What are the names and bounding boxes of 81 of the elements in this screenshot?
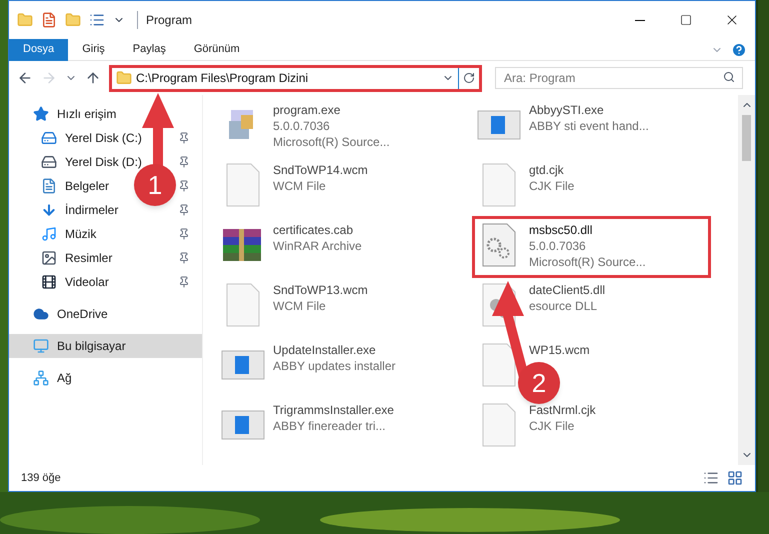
pin-icon[interactable] bbox=[178, 252, 190, 264]
help-icon[interactable] bbox=[731, 42, 747, 58]
window-title: Program bbox=[137, 11, 192, 29]
file-detail: Microsoft(R) Source... bbox=[273, 134, 390, 150]
pin-icon[interactable] bbox=[178, 204, 190, 216]
file-name[interactable]: FastNrml.cjk bbox=[529, 402, 596, 418]
scroll-thumb[interactable] bbox=[742, 115, 751, 161]
file-detail: esource DLL bbox=[529, 298, 598, 314]
file-name[interactable]: UpdateInstaller.exe bbox=[273, 342, 396, 358]
tiles-view-icon[interactable] bbox=[727, 470, 743, 486]
ribbon-tab[interactable]: Giriş bbox=[68, 38, 119, 60]
network-icon bbox=[33, 370, 49, 386]
ribbon-tab[interactable]: Paylaş bbox=[118, 38, 180, 60]
pin-icon[interactable] bbox=[178, 156, 190, 168]
file-name[interactable]: AbbyySTI.exe bbox=[529, 102, 649, 118]
star-icon bbox=[33, 106, 49, 122]
document-icon bbox=[41, 178, 57, 194]
file-detail: WCM File bbox=[273, 298, 327, 314]
pin-icon[interactable] bbox=[178, 132, 190, 144]
file-name[interactable]: SndToWP14.wcm bbox=[273, 162, 368, 178]
file-name[interactable]: TrigrammsInstaller.exe bbox=[273, 402, 394, 418]
details-view-icon[interactable] bbox=[703, 470, 719, 486]
computer-icon bbox=[33, 338, 49, 354]
sidebar-item[interactable]: Resimler bbox=[41, 249, 112, 267]
file-detail: 5.0.0.7036 bbox=[273, 118, 331, 134]
file-name[interactable]: gtd.cjk bbox=[529, 162, 574, 178]
pin-icon[interactable] bbox=[178, 228, 190, 240]
view-icon[interactable] bbox=[89, 12, 105, 28]
pin-icon[interactable] bbox=[178, 276, 190, 288]
scrollbar[interactable] bbox=[738, 95, 755, 465]
file-detail: Microsoft(R) Source... bbox=[529, 254, 646, 270]
sidebar-item[interactable]: Müzik bbox=[41, 225, 96, 243]
folder-icon bbox=[116, 70, 132, 86]
file-name[interactable]: program.exe bbox=[273, 102, 390, 118]
sidebar-item[interactable]: İndirmeler bbox=[41, 201, 118, 219]
sidebar-item[interactable]: Hızlı erişim bbox=[33, 105, 116, 123]
file-detail: CJK File bbox=[529, 178, 574, 194]
sidebar-item[interactable]: Belgeler bbox=[41, 177, 110, 195]
maximize-icon bbox=[680, 14, 692, 26]
document-icon bbox=[482, 403, 516, 447]
ribbon-tab[interactable]: Dosya bbox=[9, 38, 68, 60]
sidebar-item[interactable]: Ağ bbox=[33, 369, 72, 387]
item-count: 139 öğe bbox=[21, 470, 61, 486]
document-icon bbox=[226, 283, 260, 327]
ribbon-tab[interactable]: Görünüm bbox=[180, 38, 254, 60]
file-name[interactable]: SndToWP13.wcm bbox=[273, 282, 368, 298]
download-icon bbox=[41, 202, 57, 218]
file-detail: WCM File bbox=[273, 178, 327, 194]
file-detail: WinRAR Archive bbox=[273, 238, 362, 254]
file-name[interactable]: dateClient5.dll bbox=[529, 282, 606, 298]
file-name[interactable]: msbsc50.dll bbox=[529, 222, 646, 238]
file-name[interactable]: certificates.cab bbox=[273, 222, 362, 238]
picture-icon bbox=[41, 250, 57, 266]
document-icon bbox=[482, 343, 516, 387]
document-icon bbox=[226, 163, 260, 207]
file-detail: CJK File bbox=[529, 418, 576, 434]
file-detail: ABBY updates installer bbox=[273, 358, 396, 374]
file-detail: 5.0.0.7036 bbox=[529, 238, 587, 254]
refresh-icon[interactable] bbox=[463, 72, 475, 84]
document-icon bbox=[482, 163, 516, 207]
drive-icon bbox=[41, 154, 57, 170]
drive-icon bbox=[41, 130, 57, 146]
sidebar-item[interactable]: Yerel Disk (C:) bbox=[41, 129, 142, 147]
file-name[interactable]: WP15.wcm bbox=[529, 342, 590, 358]
address-field[interactable]: C:\Program Files\Program Dizini bbox=[109, 64, 482, 92]
search-field[interactable]: Ara: Program bbox=[495, 67, 743, 89]
sidebar-item[interactable]: OneDrive bbox=[33, 305, 108, 323]
properties-icon[interactable] bbox=[41, 12, 57, 28]
file-detail: ABBY finereader tri... bbox=[273, 418, 386, 434]
cloud-icon bbox=[33, 306, 49, 322]
search-icon bbox=[723, 71, 735, 83]
gear-file-icon bbox=[482, 223, 516, 267]
up-icon[interactable] bbox=[85, 70, 101, 86]
file-detail: ABBY sti event hand... bbox=[529, 118, 649, 134]
pin-icon[interactable] bbox=[178, 180, 190, 192]
file-item[interactable]: msbsc50.dll 5.0.0.7036 Microsoft(R) Source... bbox=[473, 217, 710, 277]
back-icon[interactable] bbox=[17, 70, 33, 86]
sidebar-item[interactable]: Videolar bbox=[41, 273, 109, 291]
film-icon bbox=[41, 274, 57, 290]
address-path: C:\Program Files\Program Dizini bbox=[136, 70, 310, 87]
music-icon bbox=[41, 226, 57, 242]
